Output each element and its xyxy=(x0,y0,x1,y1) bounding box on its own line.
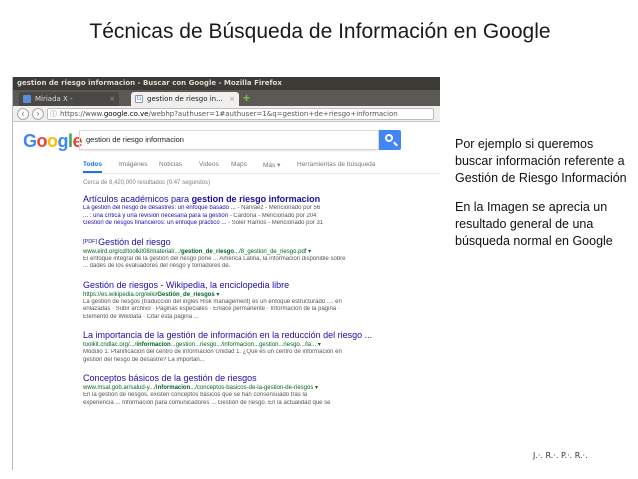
result-scholar: Artículos académicos para gestion de rie… xyxy=(83,194,410,228)
result-title[interactable]: Conceptos básicos de la gestión de riesg… xyxy=(83,373,410,384)
explanation-paragraph-2: En la Imagen se aprecia un resultado gen… xyxy=(455,200,613,248)
google-header: Google gestion de riesgo informacion xyxy=(13,122,440,156)
search-icon xyxy=(385,134,393,142)
search-input[interactable]: gestion de riesgo informacion xyxy=(79,130,379,150)
search-button[interactable] xyxy=(379,130,401,150)
browser-tab-miriada[interactable]: Miriada X - × xyxy=(19,92,119,106)
address-bar[interactable]: ⓘ https://www.google.co.ve/webhp?authuse… xyxy=(47,108,434,120)
tab-imagenes[interactable]: Imágenes xyxy=(119,161,148,168)
tab-maps[interactable]: Maps xyxy=(231,161,247,168)
close-tab-icon[interactable]: × xyxy=(109,92,115,106)
explanation-text: Por ejemplo si queremos buscar informaci… xyxy=(455,136,630,262)
navigation-bar: ‹ › ⓘ https://www.google.co.ve/webhp?aut… xyxy=(13,106,440,122)
tab-herramientas[interactable]: Herramientas de búsqueda xyxy=(297,161,375,168)
tab-label: gestion de riesgo in... xyxy=(147,95,223,103)
tab-todos[interactable]: Todos xyxy=(83,161,103,173)
result-title[interactable]: [PDF]Gestión del riesgo xyxy=(83,237,410,248)
result-item: La importancia de la gestión de informac… xyxy=(83,330,410,364)
result-url: https://es.wikipedia.org/wiki/Gestión_de… xyxy=(83,291,220,298)
browser-screenshot: gestion de riesgo informacion - Buscar c… xyxy=(12,77,440,470)
tab-label: Miriada X - xyxy=(35,95,73,103)
site-info-icon[interactable]: ⓘ xyxy=(50,109,57,119)
result-item: Conceptos básicos de la gestión de riesg… xyxy=(83,373,410,407)
result-title[interactable]: Artículos académicos para gestion de rie… xyxy=(83,194,410,205)
result-title[interactable]: La importancia de la gestión de informac… xyxy=(83,330,410,341)
author-initials: J.·. R.·. P.·. R.·. xyxy=(533,451,588,460)
result-title[interactable]: Gestión de riesgos - Wikipedia, la encic… xyxy=(83,280,410,291)
result-stats: Cerca de 8,420,000 resultados (0.47 segu… xyxy=(83,180,211,186)
result-snippet: Módulo 1: Planificación del centro de in… xyxy=(83,349,342,363)
result-url: toolkit.cridlac.org/.../informacion...ge… xyxy=(83,342,321,348)
result-item: Gestión de riesgos - Wikipedia, la encic… xyxy=(83,280,410,322)
url-domain: google.co.ve xyxy=(103,110,149,118)
result-snippet: La gestión de riesgos (traducción del in… xyxy=(83,298,342,320)
slide-title: Técnicas de Búsqueda de Información en G… xyxy=(89,20,551,43)
explanation-paragraph-1: Por ejemplo si queremos buscar informaci… xyxy=(455,137,627,185)
window-titlebar: gestion de riesgo informacion - Buscar c… xyxy=(13,77,440,90)
browser-tab-google[interactable]: G gestion de riesgo in... × xyxy=(131,92,239,106)
tab-mas[interactable]: Más ▾ xyxy=(263,161,280,169)
tab-videos[interactable]: Videos xyxy=(199,161,219,168)
result-url: www.eird.org/cd/toolkit08/material/.../g… xyxy=(83,248,312,255)
miriada-favicon-icon xyxy=(23,95,31,103)
result-snippet: En la gestión de riesgos, existen concep… xyxy=(83,392,331,406)
result-item: [PDF]Gestión del riesgo www.eird.org/cd/… xyxy=(83,237,410,271)
result-snippet: El enfoque integral de la gestión del ri… xyxy=(83,255,346,270)
forward-icon[interactable]: › xyxy=(32,108,44,120)
pdf-badge: [PDF] xyxy=(83,238,98,245)
url-rest: /webhp?authuser=1#authuser=1&q=gestion+d… xyxy=(148,110,398,118)
google-logo[interactable]: Google xyxy=(23,131,83,152)
tab-noticias[interactable]: Noticias xyxy=(159,161,182,168)
close-tab-icon[interactable]: × xyxy=(229,92,235,106)
search-results: Cerca de 8,420,000 resultados (0.47 segu… xyxy=(13,180,440,407)
back-icon[interactable]: ‹ xyxy=(17,108,29,120)
tab-bar: Miriada X - × G gestion de riesgo in... … xyxy=(13,90,440,106)
google-favicon-icon: G xyxy=(135,95,143,103)
result-url: www.msal.gob.ar/salud-y.../informacion..… xyxy=(83,385,319,391)
url-prefix: https://www. xyxy=(60,110,104,118)
result-snippet: La gestión del riesgo de desastres: un e… xyxy=(83,205,324,226)
new-tab-button[interactable]: + xyxy=(243,91,250,105)
google-search-tabs: Todos Imágenes Noticias Videos Maps Más … xyxy=(83,156,440,174)
